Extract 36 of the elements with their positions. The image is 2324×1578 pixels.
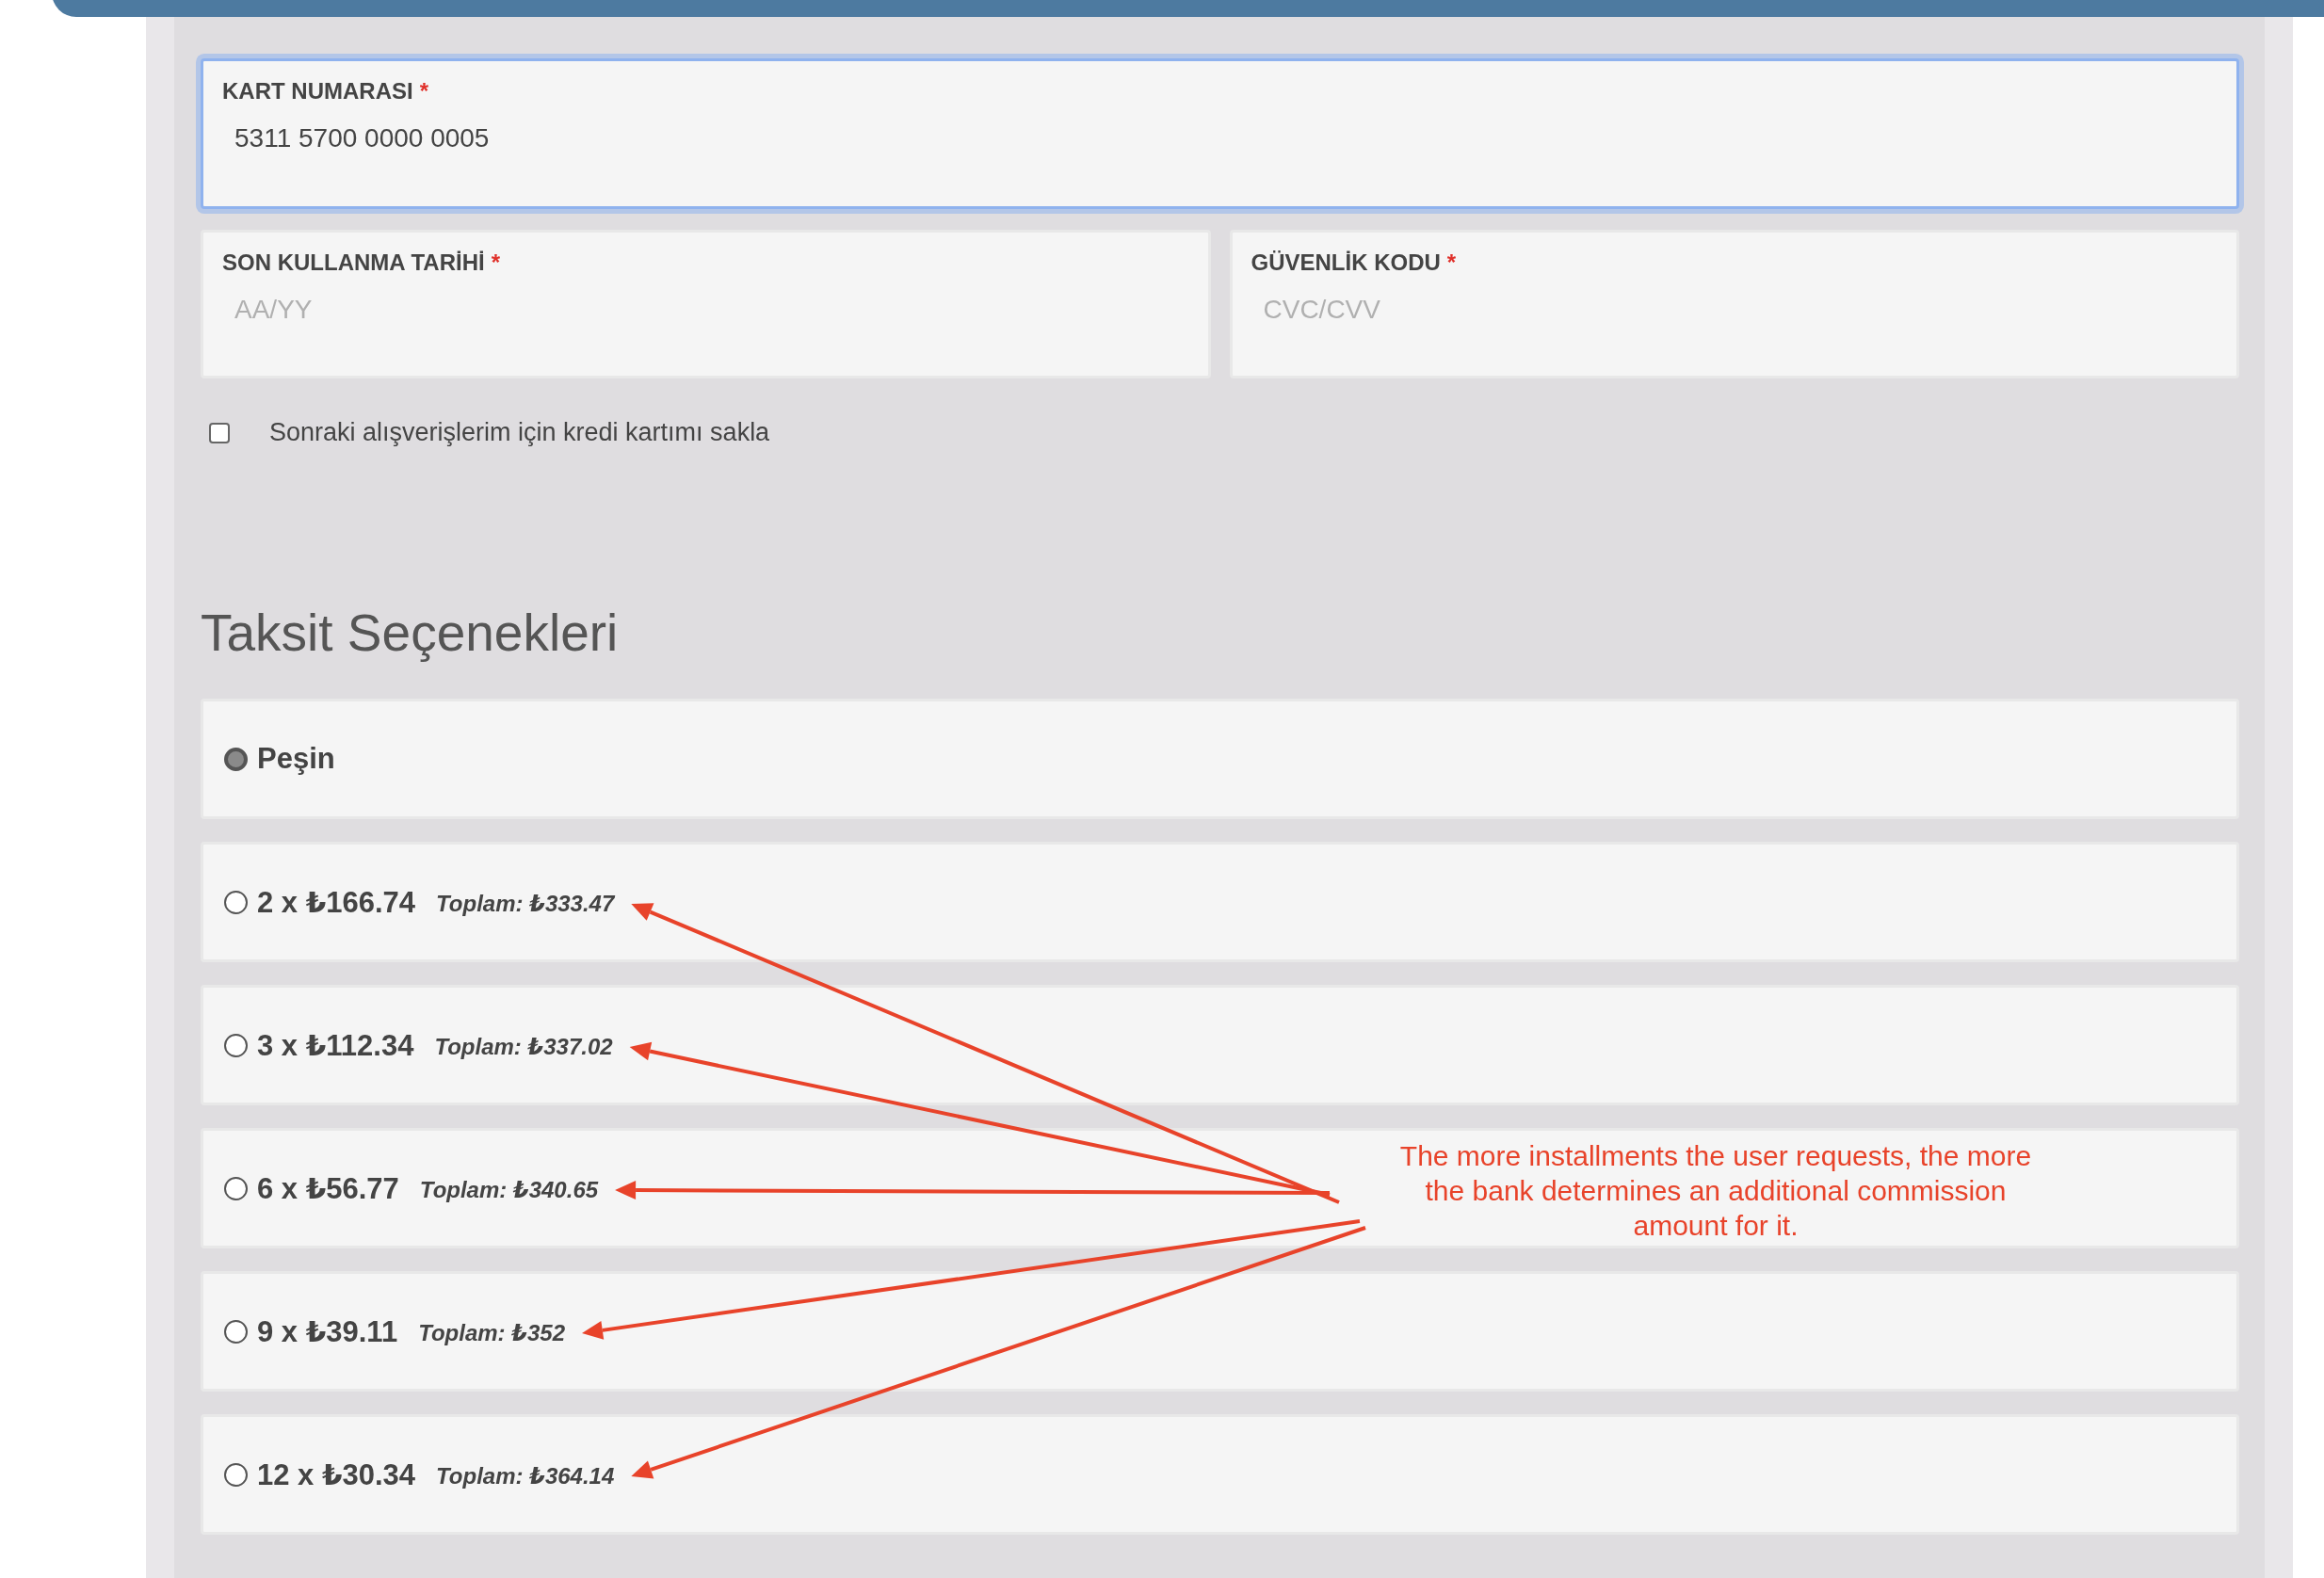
installment-option[interactable]: 6 x ₺56.77 Toplam: ₺340.65 The more installments the user requests, the more the bank determines an additional commission amount for it. (201, 1128, 2239, 1248)
radio-button[interactable] (224, 747, 248, 771)
radio-button[interactable] (224, 890, 248, 914)
input-field[interactable]: CVC/CVV (1263, 293, 2134, 327)
total-amount: Toplam: ₺340.65 (419, 1177, 599, 1203)
required-mark: * (1446, 250, 1457, 276)
installment-option[interactable]: Peşin (201, 699, 2239, 819)
option-label: 12 x ₺30.34 (257, 1457, 416, 1492)
field-label: SON KULLANMA TARİHİ (222, 250, 485, 276)
input-field[interactable]: AA/YY (234, 293, 1105, 327)
required-mark: * (419, 78, 428, 105)
required-mark: * (491, 250, 500, 276)
installment-option[interactable]: 9 x ₺39.11 Toplam: ₺352 (201, 1271, 2239, 1392)
field-label: GÜVENLİK KODU (1251, 250, 1441, 276)
option-label: 9 x ₺39.11 (257, 1313, 398, 1349)
total-amount: Toplam: ₺352 (418, 1320, 565, 1346)
installment-option[interactable]: 3 x ₺112.34 Toplam: ₺337.02 (201, 985, 2239, 1105)
annotation-text: The more installments the user requests, the more the bank determines an additional commission amount for it. (1398, 1139, 2033, 1243)
total-amount: Toplam: ₺333.47 (436, 891, 615, 917)
section-title: Taksit Seçenekleri (201, 603, 620, 663)
total-amount: Toplam: ₺364.14 (436, 1463, 615, 1489)
option-label: 3 x ₺112.34 (257, 1027, 414, 1063)
radio-button[interactable] (224, 1319, 248, 1344)
radio-button[interactable] (224, 1462, 248, 1487)
installment-option[interactable]: 2 x ₺166.74 Toplam: ₺333.47 (201, 842, 2239, 962)
installment-option[interactable]: 12 x ₺30.34 Toplam: ₺364.14 (201, 1414, 2239, 1535)
input-field[interactable]: 5311 5700 0000 0005 (234, 121, 2031, 155)
radio-button[interactable] (224, 1176, 248, 1200)
option-label: 6 x ₺56.77 (257, 1170, 399, 1206)
field-label: KART NUMARASI (222, 78, 413, 105)
checkbox-label: Sonraki alışverişlerim için kredi kartımı sakla (269, 418, 770, 447)
option-label: Peşin (257, 742, 335, 776)
total-amount: Toplam: ₺337.02 (434, 1034, 613, 1060)
checkbox[interactable] (209, 422, 230, 443)
option-label: 2 x ₺166.74 (257, 884, 416, 920)
radio-button[interactable] (224, 1033, 248, 1057)
